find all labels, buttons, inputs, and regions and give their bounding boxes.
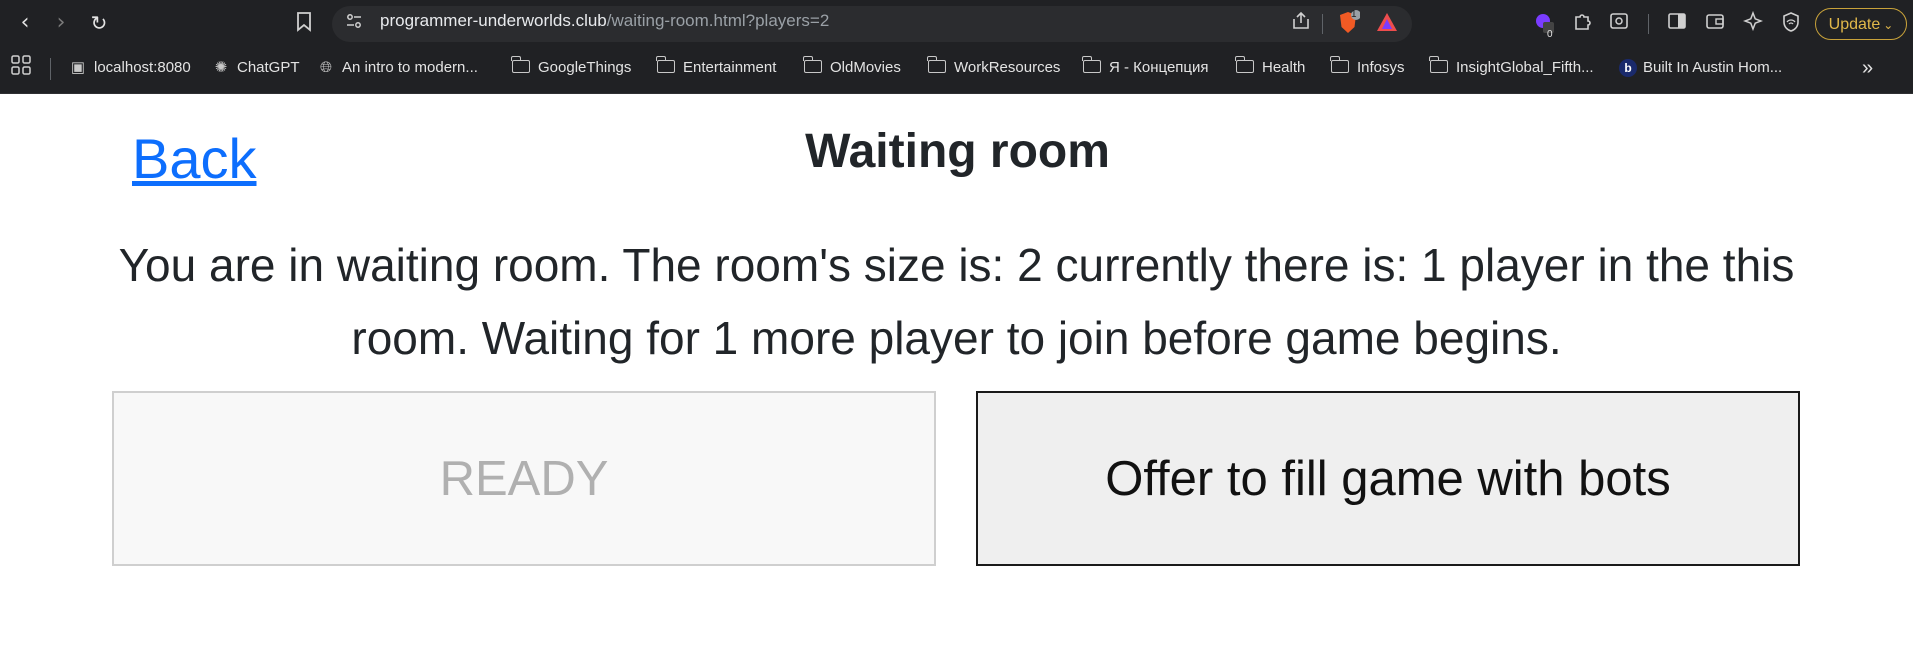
bookmark-infosys[interactable]: Infosys [1330,56,1405,80]
bookmark-entertainment[interactable]: Entertainment [656,56,777,80]
toolbar-divider [1322,14,1323,34]
update-button[interactable]: Update ⌄ [1815,8,1907,40]
folder-icon [1429,56,1448,73]
page-title: Waiting room [805,125,1110,178]
page-icon: ▣ [70,59,86,76]
url-path: /waiting-room.html?players=2 [606,11,830,30]
bookmark-star-icon[interactable] [292,12,316,39]
fill-with-bots-label: Offer to fill game with bots [1105,451,1671,506]
back-arrow-icon[interactable]: ‹ [12,10,38,36]
bookmark-intro-modern[interactable]: 🌐︎ An intro to modern... [316,56,478,80]
site-settings-icon[interactable] [342,12,366,37]
bookmark-label: ChatGPT [237,59,300,76]
folder-icon [511,56,530,73]
bookmark-oldmovies[interactable]: OldMovies [803,56,901,80]
folder-icon [1082,56,1101,73]
ready-button[interactable]: READY [112,391,936,566]
vpn-shield-icon[interactable] [1778,11,1804,40]
brave-rewards-icon[interactable] [1374,12,1400,39]
chevron-down-icon: ⌄ [1883,18,1894,32]
bookmark-label: Я - Концепция [1109,59,1209,76]
folder-icon [927,56,946,73]
leo-extension-icon[interactable] [1532,12,1558,41]
bookmark-label: Entertainment [683,59,777,76]
bookmark-label: WorkResources [954,59,1061,76]
bookmark-ya-konceptsiya[interactable]: Я - Концепция [1082,56,1209,80]
folder-icon [656,56,675,73]
leo-ai-icon[interactable] [1740,10,1766,38]
fill-with-bots-button[interactable]: Offer to fill game with bots [976,391,1800,566]
bookmark-googlethings[interactable]: GoogleThings [511,56,632,80]
toolbar-divider [1648,14,1649,34]
extensions-puzzle-icon[interactable] [1570,11,1596,38]
sidebar-toggle-icon[interactable] [1664,11,1690,38]
bookmark-label: localhost:8080 [94,59,191,76]
bookmark-chatgpt[interactable]: ✺ ChatGPT [211,56,300,80]
url-host: programmer-underworlds.club [380,11,607,30]
folder-icon [1330,56,1349,73]
ready-button-label: READY [439,451,609,506]
bookmark-localhost[interactable]: ▣ localhost:8080 [68,56,191,80]
url-text: programmer-underworlds.club/waiting-room… [380,11,829,31]
update-label: Update [1828,16,1881,33]
bookmark-workresources[interactable]: WorkResources [927,56,1061,80]
reader-mode-icon[interactable] [1606,11,1632,38]
bookmark-label: Health [1262,59,1306,76]
builtin-icon: b [1619,59,1637,77]
more-bookmarks-chevron-icon[interactable]: » [1862,56,1873,80]
bookmark-label: GoogleThings [538,59,632,76]
bookmark-builtin-austin[interactable]: b Built In Austin Hom... [1619,56,1782,80]
globe-icon: 🌐︎ [319,59,332,76]
bookmark-label: InsightGlobal_Fifth... [1456,59,1594,76]
chatgpt-icon: ✺ [214,59,228,76]
extension-badge: 0 [1547,29,1553,40]
bookmark-label: OldMovies [830,59,901,76]
share-icon[interactable] [1288,11,1314,38]
folder-icon [1235,56,1254,73]
bookmarks-divider [50,58,51,80]
folder-icon [803,56,822,73]
bookmark-insightglobal[interactable]: InsightGlobal_Fifth... [1429,56,1594,80]
brave-shields-icon[interactable] [1334,10,1362,43]
back-link[interactable]: Back [132,126,257,191]
bookmark-label: Infosys [1357,59,1405,76]
wallet-icon[interactable] [1702,11,1728,38]
waiting-message: You are in waiting room. The room's size… [118,239,1795,364]
browser-toolbar: ‹ › ↻ programmer-underworlds.club/waitin… [0,0,1913,44]
forward-arrow-icon[interactable]: › [48,10,74,36]
bookmark-health[interactable]: Health [1235,56,1306,80]
shields-badge: 1 [1351,9,1357,20]
bookmark-label: An intro to modern... [342,59,478,76]
bookmark-label: Built In Austin Hom... [1643,59,1783,76]
reload-icon[interactable]: ↻ [86,10,112,36]
apps-grid-icon[interactable] [8,54,34,83]
